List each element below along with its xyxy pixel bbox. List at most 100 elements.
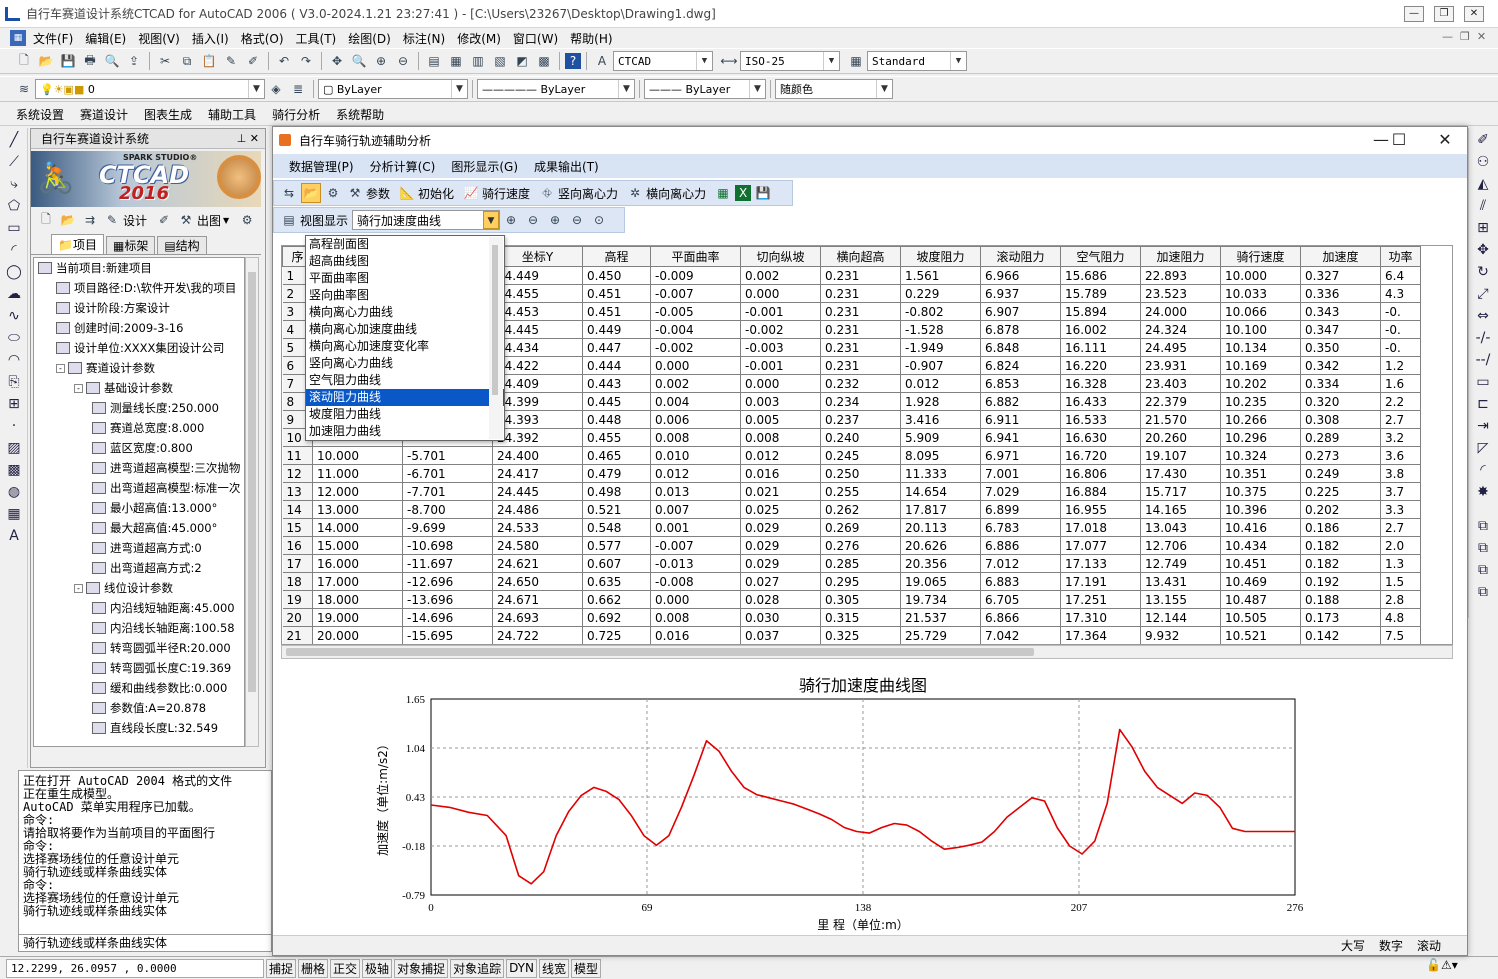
rotate-icon[interactable]: ↻ xyxy=(1473,262,1493,282)
tree-node[interactable]: 转弯圆弧半径R:20.000 xyxy=(92,638,231,658)
construction-line-icon[interactable]: ⟋ xyxy=(4,152,24,172)
column-header[interactable]: 平面曲率 xyxy=(650,246,741,267)
tree-node[interactable]: 参数值:A=20.878 xyxy=(92,698,206,718)
table-style-select[interactable]: Standard ▼ xyxy=(867,51,967,71)
text-style-select[interactable]: CTCAD ▼ xyxy=(613,51,713,71)
dropdown-option[interactable]: 加速阻力曲线 xyxy=(306,423,504,440)
insert-block-icon[interactable]: ⎘ xyxy=(4,372,24,392)
array-icon[interactable]: ⊞ xyxy=(1473,218,1493,238)
copy-object-icon[interactable]: ⚇ xyxy=(1473,152,1493,172)
point-icon[interactable]: · xyxy=(4,416,24,436)
zoom-previous-icon[interactable]: ⊖ xyxy=(393,51,413,71)
properties-icon[interactable]: ▤ xyxy=(424,51,444,71)
arc-icon[interactable]: ◜ xyxy=(4,240,24,260)
dropdown-scrollbar[interactable] xyxy=(489,237,503,439)
revcloud-icon[interactable]: ☁ xyxy=(4,284,24,304)
copy-icon[interactable]: ⧉ xyxy=(177,51,197,71)
new-project-icon[interactable]: 🗋 xyxy=(36,210,56,230)
table-row[interactable]: 12 11.000 -6.701 24.417 0.479 0.012 0.016 0.250… xyxy=(282,464,1421,483)
params-button[interactable]: 参数 xyxy=(366,185,390,202)
design-button[interactable]: 设计 xyxy=(123,212,147,229)
table-row[interactable]: 14 13.000 -8.700 24.486 0.521 0.007 0.025 0.262… xyxy=(282,500,1421,519)
table-row[interactable]: 19 18.000 -13.696 24.671 0.662 0.000 0.028 0.30… xyxy=(282,590,1421,609)
init-icon[interactable]: 📐 xyxy=(397,183,417,203)
menu-item-5[interactable]: 工具(T) xyxy=(290,30,343,47)
send-back-icon[interactable]: ⧉ xyxy=(1473,560,1493,580)
tree-node[interactable]: 当前项目:新建项目 xyxy=(38,258,152,278)
open-icon[interactable]: 📂 xyxy=(36,51,56,71)
speed-icon[interactable]: 📈 xyxy=(461,183,481,203)
cut-icon[interactable]: ✂ xyxy=(155,51,175,71)
mdi-controls[interactable]: — ❐ ✕ xyxy=(1442,30,1486,43)
block-editor-icon[interactable]: ✐ xyxy=(243,51,263,71)
status-toggle-0[interactable]: 捕捉 xyxy=(266,958,297,978)
menu-item-6[interactable]: 绘图(D) xyxy=(342,30,397,47)
menu-item-0[interactable]: 文件(F) xyxy=(27,30,79,47)
minimize-icon[interactable]: — xyxy=(1404,6,1424,22)
undo-icon[interactable]: ↶ xyxy=(274,51,294,71)
line-icon[interactable]: ╱ xyxy=(4,130,24,150)
design-center-icon[interactable]: ▦ xyxy=(446,51,466,71)
analysis-menu-item-1[interactable]: 分析计算(C) xyxy=(362,158,444,175)
restore-icon[interactable]: ❐ xyxy=(1434,6,1454,22)
tree-node[interactable]: 创建时间:2009-3-16 xyxy=(56,318,183,338)
dim-style-select[interactable]: ISO-25 ▼ xyxy=(740,51,840,71)
dropdown-option[interactable]: 竖向曲率图 xyxy=(306,287,504,304)
status-toggle-2[interactable]: 正交 xyxy=(330,958,361,978)
cad-doc-icon[interactable]: ▦ xyxy=(10,30,26,46)
stretch-icon[interactable]: ⇔ xyxy=(1473,306,1493,326)
tree-node[interactable]: 缓和曲线参数比:0.000 xyxy=(92,678,227,698)
draworder-icon[interactable]: ⧉ xyxy=(1473,516,1493,536)
make-current-icon[interactable]: ◈ xyxy=(266,79,286,99)
ctcad-menu-item-4[interactable]: 骑行分析 xyxy=(264,106,328,123)
analysis-menu-item-2[interactable]: 图形显示(G) xyxy=(443,158,526,175)
tree-node[interactable]: 出弯道超高方式:2 xyxy=(92,558,202,578)
menu-item-9[interactable]: 窗口(W) xyxy=(507,30,564,47)
offset-icon[interactable]: ⫽ xyxy=(1473,196,1493,216)
dropdown-option[interactable]: 横向离心加速度变化率 xyxy=(306,338,504,355)
break-icon[interactable]: ⊏ xyxy=(1473,394,1493,414)
ctcad-menu-item-1[interactable]: 赛道设计 xyxy=(72,106,136,123)
ctcad-menu-item-5[interactable]: 系统帮助 xyxy=(328,106,392,123)
menu-item-8[interactable]: 修改(M) xyxy=(451,30,507,47)
extend-icon[interactable]: --/ xyxy=(1473,350,1493,370)
init-button[interactable]: 初始化 xyxy=(418,185,454,202)
close-icon[interactable]: ✕ xyxy=(1464,6,1484,22)
tree-node[interactable]: 转弯圆弧长度C:19.369 xyxy=(92,658,231,678)
plot-icon[interactable]: 🖶 xyxy=(80,51,100,71)
status-toggle-6[interactable]: DYN xyxy=(506,958,537,978)
menu-item-3[interactable]: 插入(I) xyxy=(186,30,235,47)
fillet-icon[interactable]: ◜ xyxy=(1473,460,1493,480)
pencil-icon[interactable]: ✐ xyxy=(154,210,174,230)
plotstyle-select[interactable]: 随颜色 ▼ xyxy=(775,79,893,99)
view-display-icon[interactable]: ▤ xyxy=(279,210,299,230)
collapse-icon[interactable]: - xyxy=(74,383,83,393)
table-icon[interactable]: ▦ xyxy=(4,504,24,524)
sheet-set-icon[interactable]: ▧ xyxy=(490,51,510,71)
scale-icon[interactable]: ⤢ xyxy=(1473,284,1493,304)
table-row[interactable]: 17 16.000 -11.697 24.621 0.607 -0.013 0.029 0.2… xyxy=(282,554,1421,573)
make-block-icon[interactable]: ⊞ xyxy=(4,394,24,414)
ctcad-menu-item-3[interactable]: 辅助工具 xyxy=(200,106,264,123)
column-header[interactable]: 坐标Y xyxy=(492,246,583,267)
settings-icon[interactable]: ⚙ xyxy=(237,210,257,230)
panel-pin-close-icon[interactable]: ⊥ ✕ xyxy=(237,132,259,145)
break-point-icon[interactable]: ▭ xyxy=(1473,372,1493,392)
calculator-icon[interactable]: ▩ xyxy=(534,51,554,71)
ellipse-icon[interactable]: ⬭ xyxy=(4,328,24,348)
tree-node[interactable]: 赛道总宽度:8.000 xyxy=(92,418,204,438)
tree-node[interactable]: 设计单位:XXXX集团设计公司 xyxy=(56,338,224,358)
gradient-icon[interactable]: ▩ xyxy=(4,460,24,480)
tree-node[interactable]: - 赛道设计参数 xyxy=(56,358,155,378)
rectangle-icon[interactable]: ▭ xyxy=(4,218,24,238)
dropdown-option[interactable]: 空气阻力曲线 xyxy=(306,372,504,389)
column-header[interactable]: 横向超高 xyxy=(820,246,901,267)
zoom-previous-chart-icon[interactable]: ⊖ xyxy=(567,210,587,230)
lineweight-select[interactable]: ——— ByLayer ▼ xyxy=(644,79,766,99)
import-icon[interactable]: ⇉ xyxy=(80,210,100,230)
color-select[interactable]: ▢ ByLayer ▼ xyxy=(318,79,468,99)
ellipse-arc-icon[interactable]: ◠ xyxy=(4,350,24,370)
column-header[interactable]: 切向纵坡 xyxy=(740,246,821,267)
zoom-window-chart-icon[interactable]: ⊕ xyxy=(545,210,565,230)
zoom-extents-icon[interactable]: ⊙ xyxy=(589,210,609,230)
